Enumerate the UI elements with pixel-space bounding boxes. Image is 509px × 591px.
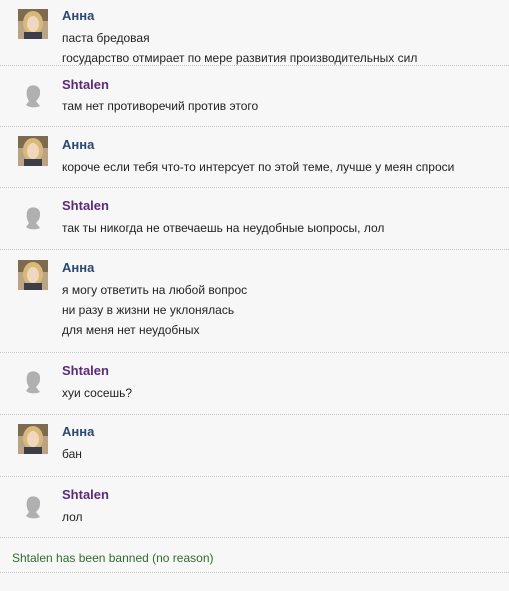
message-author: Анна [62, 424, 95, 439]
chat-message: Shtalen там нет противоречий против этог… [0, 66, 509, 127]
anna-avatar[interactable] [18, 260, 48, 290]
message-text: паста бредовая [62, 31, 150, 45]
chat-message: Анна бан [0, 415, 509, 477]
message-author: Анна [62, 260, 95, 275]
chat-message: Shtalen лол [0, 477, 509, 538]
message-text: ни разу в жизни не уклонялась [62, 303, 235, 317]
message-author: Shtalen [62, 363, 109, 378]
anna-avatar[interactable] [18, 424, 48, 454]
message-author: Анна [62, 8, 95, 23]
chat-log: Анна паста бредовая государство отмирает… [0, 0, 509, 573]
message-text: я могу ответить на любой вопрос [62, 283, 248, 297]
shtalen-avatar[interactable] [18, 204, 48, 234]
message-text: так ты никогда не отвечаешь на неудобные… [62, 221, 385, 235]
message-author: Shtalen [62, 77, 109, 92]
message-text: там нет противоречий против этого [62, 99, 259, 113]
chat-message: Анна я могу ответить на любой вопрос ни … [0, 250, 509, 353]
chat-message: Shtalen хуи сосешь? [0, 353, 509, 415]
system-message: Shtalen has been banned (no reason) [0, 538, 509, 573]
message-text: для меня нет неудобных [62, 323, 200, 337]
anna-avatar[interactable] [18, 136, 48, 166]
shtalen-avatar[interactable] [18, 493, 48, 523]
shtalen-avatar[interactable] [18, 82, 48, 112]
message-author: Shtalen [62, 198, 109, 213]
chat-message: Анна короче если тебя что-то интерсует п… [0, 127, 509, 188]
message-text: хуи сосешь? [62, 386, 133, 400]
message-author: Анна [62, 137, 95, 152]
anna-avatar[interactable] [18, 9, 48, 39]
message-text: государство отмирает по мере развития пр… [62, 51, 418, 65]
chat-message: Анна паста бредовая государство отмирает… [0, 0, 509, 66]
message-text: лол [62, 510, 83, 524]
message-text: короче если тебя что-то интерсует по это… [62, 160, 455, 174]
chat-message: Shtalen так ты никогда не отвечаешь на н… [0, 188, 509, 250]
ban-notice: Shtalen has been banned (no reason) [12, 551, 214, 565]
shtalen-avatar[interactable] [18, 368, 48, 398]
message-text: бан [62, 447, 82, 461]
message-author: Shtalen [62, 487, 109, 502]
